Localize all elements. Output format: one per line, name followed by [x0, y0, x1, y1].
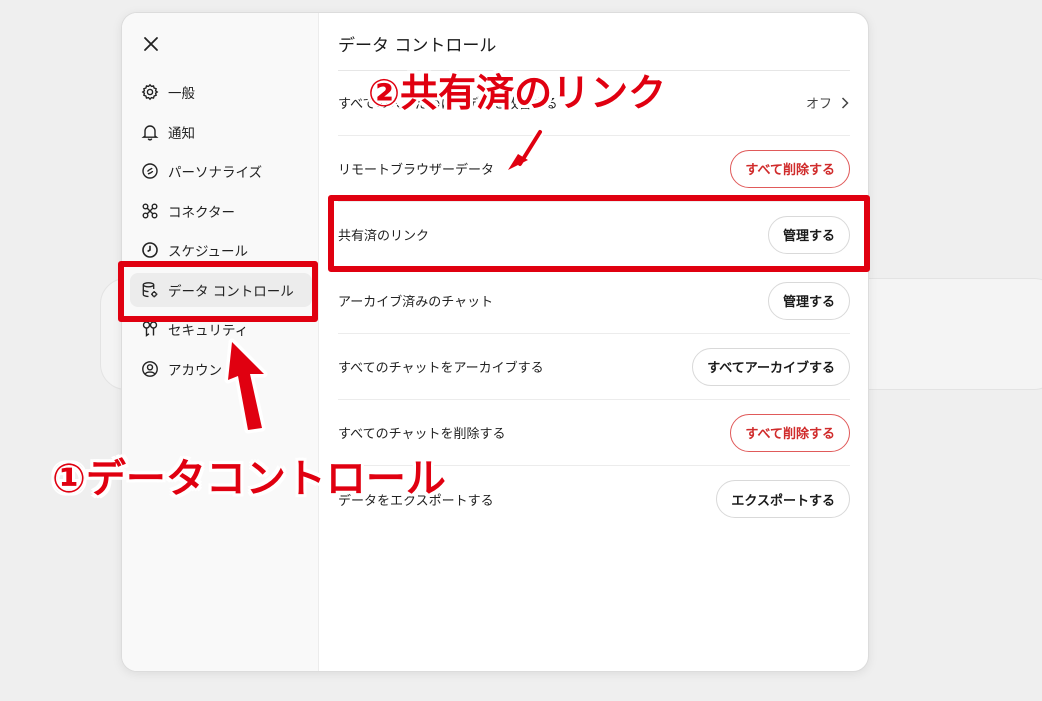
sidebar-item-label: スケジュール	[168, 244, 249, 260]
sidebar-item-label: パーソナライズ	[168, 165, 263, 181]
settings-row-shared-links: 共有済のリンク 管理する	[338, 202, 850, 268]
sidebar-item-connectors[interactable]: コネクター	[130, 194, 312, 228]
account-icon	[141, 360, 159, 378]
sidebar-item-label: データ コントロール	[168, 283, 294, 300]
settings-row-remote-browser-data: リモートブラウザーデータ すべて削除する	[338, 136, 850, 202]
row-label: すべてのチャットをアーカイブする	[338, 361, 544, 376]
manage-archived-chats-button[interactable]: 管理する	[767, 281, 850, 320]
settings-nav: 一般 通知 パーソナライズ コネクター スケジュール データ コントロール セキ…	[130, 75, 312, 391]
close-icon	[144, 37, 158, 51]
sidebar-item-label: 通知	[168, 125, 195, 142]
page-title: データ コントロール	[338, 36, 497, 56]
sidebar-item-security[interactable]: セキュリティ	[130, 312, 312, 346]
delete-all-chats-button[interactable]: すべて削除する	[730, 413, 850, 452]
manage-shared-links-button[interactable]: 管理する	[767, 215, 850, 254]
sidebar-item-label: 一般	[168, 86, 195, 102]
settings-sidebar: 一般 通知 パーソナライズ コネクター スケジュール データ コントロール セキ…	[122, 13, 319, 671]
close-button[interactable]	[140, 33, 162, 55]
delete-remote-browser-data-button[interactable]: すべて削除する	[730, 149, 850, 188]
bell-icon	[141, 123, 159, 141]
sidebar-item-general[interactable]: 一般	[130, 75, 312, 109]
sidebar-item-account[interactable]: アカウント	[130, 352, 312, 386]
archive-all-chats-button[interactable]: すべてアーカイブする	[692, 347, 850, 386]
row-label: 共有済のリンク	[338, 229, 430, 244]
model-improvement-setting[interactable]: オフ	[806, 93, 850, 112]
sidebar-item-schedule[interactable]: スケジュール	[130, 233, 312, 267]
connector-icon	[141, 202, 159, 220]
sidebar-item-data-control[interactable]: データ コントロール	[130, 272, 312, 307]
setting-value: オフ	[805, 97, 832, 112]
gear-icon	[141, 83, 159, 101]
sidebar-item-label: セキュリティ	[168, 323, 249, 339]
sidebar-item-notifications[interactable]: 通知	[130, 115, 312, 149]
row-label: アーカイブ済みのチャット	[338, 295, 494, 310]
annotation-step-1: ①データコントロール	[52, 456, 446, 502]
row-label: リモートブラウザーデータ	[338, 163, 495, 178]
clock-icon	[141, 241, 159, 259]
sidebar-item-label: アカウント	[168, 362, 236, 379]
security-icon	[141, 320, 159, 338]
personalize-icon	[141, 162, 159, 180]
row-label: すべてのチャットを削除する	[338, 427, 506, 442]
sidebar-item-personalize[interactable]: パーソナライズ	[130, 154, 312, 188]
database-gear-icon	[141, 281, 159, 299]
sidebar-item-label: コネクター	[168, 204, 235, 221]
export-data-button[interactable]: エクスポートする	[716, 480, 850, 518]
settings-row-archive-all: すべてのチャットをアーカイブする すべてアーカイブする	[338, 334, 850, 400]
chevron-right-icon	[841, 96, 849, 109]
settings-row-archived-chats: アーカイブ済みのチャット 管理する	[338, 268, 850, 334]
annotation-step-2: ②共有済のリンク	[368, 71, 667, 115]
